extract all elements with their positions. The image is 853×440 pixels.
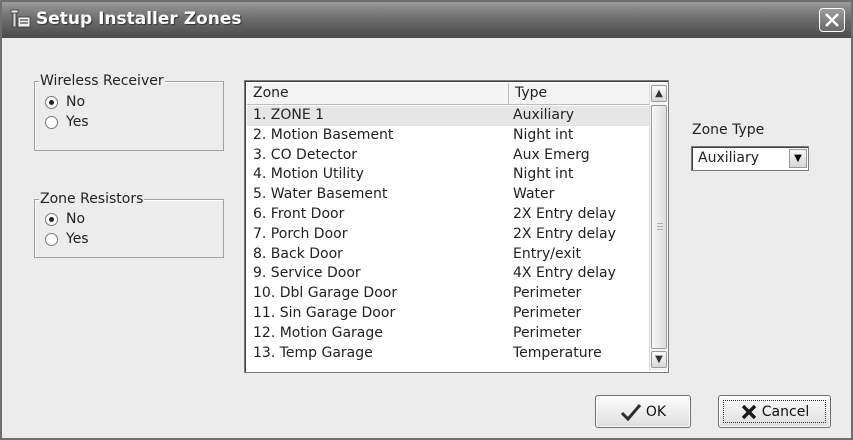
- zone-type: Night int: [513, 166, 574, 183]
- radio-label: No: [66, 211, 86, 227]
- grip-line: [657, 223, 663, 224]
- setup-installer-zones-dialog: Setup Installer Zones Wireless Receiver …: [0, 0, 853, 440]
- zone-type: Perimeter: [513, 324, 582, 341]
- zone-list-rows: 1. ZONE 1 Auxiliary 2. Motion Basement N…: [247, 106, 650, 363]
- zone-type-selected-value: Auxiliary: [698, 150, 760, 166]
- chevron-down-icon: ▼: [655, 354, 663, 365]
- zone-type: Aux Emerg: [513, 146, 590, 163]
- list-item[interactable]: 7. Porch Door 2X Entry delay: [247, 225, 650, 245]
- zone-resistors-legend: Zone Resistors: [39, 191, 145, 207]
- zone-name: 3. CO Detector: [253, 146, 358, 163]
- zone-resistors-no-radio[interactable]: [45, 212, 58, 226]
- zone-list[interactable]: Zone Type 1. ZONE 1 Auxiliary 2. Motion …: [244, 80, 669, 373]
- scroll-thumb[interactable]: [651, 105, 667, 349]
- cancel-focus-rect: Cancel: [723, 400, 826, 423]
- zone-type: Entry/exit: [513, 245, 581, 262]
- wireless-receiver-yes-radio[interactable]: [45, 115, 58, 129]
- zone-type: Perimeter: [513, 285, 582, 302]
- radio-label: No: [66, 94, 86, 110]
- zone-type: 4X Entry delay: [513, 265, 616, 282]
- list-item[interactable]: 1. ZONE 1 Auxiliary: [247, 106, 650, 126]
- zone-name: 1. ZONE 1: [253, 107, 325, 123]
- cancel-button[interactable]: Cancel: [718, 395, 831, 428]
- zone-type: 2X Entry delay: [513, 205, 616, 222]
- wireless-receiver-legend: Wireless Receiver: [39, 73, 165, 89]
- list-item[interactable]: 12. Motion Garage Perimeter: [247, 324, 650, 344]
- column-header-zone[interactable]: Zone: [247, 83, 509, 105]
- list-item[interactable]: 3. CO Detector Aux Emerg: [247, 146, 650, 166]
- zone-name: 8. Back Door: [253, 245, 343, 262]
- wireless-receiver-no-option[interactable]: No: [45, 93, 85, 111]
- zone-type-dropdown-button[interactable]: ▼: [789, 149, 807, 168]
- list-item[interactable]: 9. Service Door 4X Entry delay: [247, 264, 650, 284]
- grip-line: [657, 226, 663, 227]
- zone-type: Night int: [513, 126, 574, 143]
- list-item[interactable]: 11. Sin Garage Door Perimeter: [247, 304, 650, 324]
- zone-name: 13. Temp Garage: [253, 344, 373, 361]
- list-item[interactable]: 8. Back Door Entry/exit: [247, 245, 650, 265]
- zone-name: 4. Motion Utility: [253, 166, 364, 183]
- installer-tool-icon: [10, 9, 31, 28]
- radio-label: Yes: [66, 231, 89, 247]
- cancel-label: Cancel: [761, 403, 810, 420]
- zone-resistors-no-option[interactable]: No: [45, 210, 85, 228]
- zone-resistors-yes-radio[interactable]: [45, 232, 58, 246]
- zone-type: Water: [513, 186, 555, 203]
- scroll-down-button[interactable]: ▼: [651, 351, 667, 368]
- ok-button[interactable]: OK: [595, 395, 691, 428]
- zone-type: 2X Entry delay: [513, 225, 616, 242]
- chevron-up-icon: ▲: [655, 88, 663, 99]
- close-icon: [825, 13, 839, 27]
- column-header-type[interactable]: Type: [509, 83, 650, 105]
- zone-name: 5. Water Basement: [253, 186, 388, 203]
- zone-resistors-yes-option[interactable]: Yes: [45, 230, 89, 248]
- list-item[interactable]: 4. Motion Utility Night int: [247, 165, 650, 185]
- zone-list-header: Zone Type: [247, 83, 650, 105]
- list-item[interactable]: 10. Dbl Garage Door Perimeter: [247, 284, 650, 304]
- close-button[interactable]: [819, 8, 845, 32]
- zone-type-label: Zone Type: [692, 122, 765, 138]
- zone-name: 10. Dbl Garage Door: [253, 285, 398, 302]
- zone-name: 11. Sin Garage Door: [253, 304, 396, 321]
- radio-label: Yes: [66, 114, 89, 130]
- list-item[interactable]: 6. Front Door 2X Entry delay: [247, 205, 650, 225]
- x-icon: [741, 404, 756, 419]
- window-title: Setup Installer Zones: [36, 9, 242, 29]
- grip-line: [657, 229, 663, 230]
- scroll-up-button[interactable]: ▲: [651, 85, 667, 102]
- list-item[interactable]: 2. Motion Basement Night int: [247, 126, 650, 146]
- wireless-receiver-no-radio[interactable]: [45, 95, 58, 109]
- zone-type: Auxiliary: [513, 107, 575, 123]
- wireless-receiver-group: Wireless Receiver No Yes: [34, 73, 224, 151]
- zone-name: 7. Porch Door: [253, 225, 348, 242]
- chevron-down-icon: ▼: [794, 153, 802, 164]
- list-item[interactable]: 13. Temp Garage Temperature: [247, 344, 650, 364]
- zone-resistors-group: Zone Resistors No Yes: [34, 191, 224, 258]
- zone-name: 9. Service Door: [253, 265, 361, 282]
- title-bar[interactable]: Setup Installer Zones: [2, 2, 851, 38]
- checkmark-icon: [620, 403, 642, 421]
- zone-type: Temperature: [513, 344, 602, 361]
- zone-name: 6. Front Door: [253, 205, 345, 222]
- zone-type: Perimeter: [513, 304, 582, 321]
- zone-name: 2. Motion Basement: [253, 126, 394, 143]
- wireless-receiver-yes-option[interactable]: Yes: [45, 113, 89, 131]
- list-item[interactable]: 5. Water Basement Water: [247, 185, 650, 205]
- zone-list-scrollbar[interactable]: ▲ ▼: [649, 83, 667, 371]
- zone-type-select[interactable]: Auxiliary ▼: [691, 146, 809, 171]
- zone-name: 12. Motion Garage: [253, 324, 383, 341]
- ok-label: OK: [645, 403, 667, 420]
